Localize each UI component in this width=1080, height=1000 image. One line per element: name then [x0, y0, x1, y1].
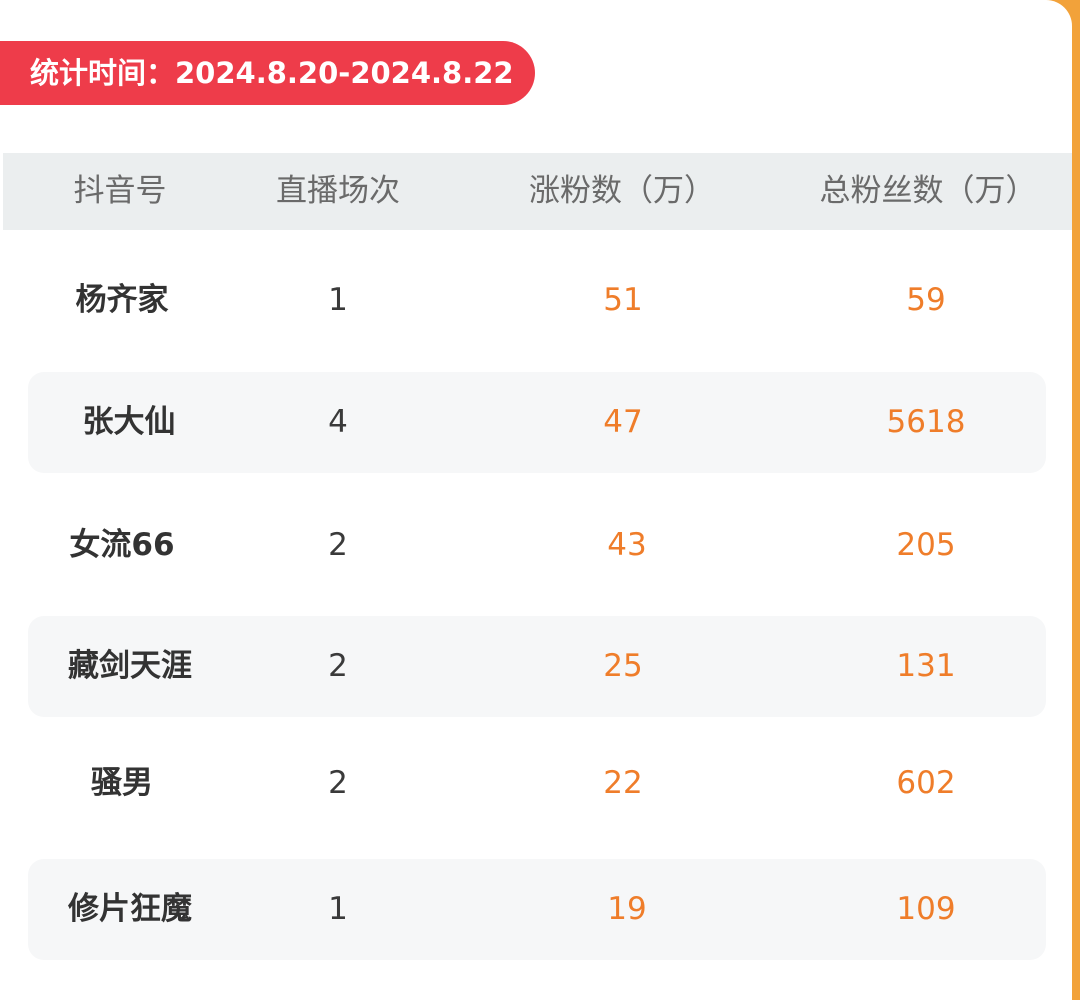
- table-row: 修片狂魔 1 19 109: [28, 859, 1046, 960]
- total-fans-value: 109: [896, 891, 956, 927]
- live-sessions-value: 1: [328, 282, 348, 318]
- table-row: 骚男 2 22 602: [28, 733, 1046, 834]
- live-sessions-value: 1: [328, 891, 348, 927]
- table-row: 女流66 2 43 205: [28, 495, 1046, 596]
- stats-period-badge: 统计时间：2024.8.20-2024.8.22: [0, 41, 535, 105]
- fans-gained-value: 47: [603, 404, 643, 440]
- column-header-live-sessions: 直播场次: [276, 173, 400, 209]
- fans-gained-value: 43: [607, 527, 647, 563]
- live-sessions-value: 2: [328, 648, 348, 684]
- table-row: 杨齐家 1 51 59: [28, 250, 1046, 351]
- fans-gained-value: 51: [603, 282, 643, 318]
- total-fans-value: 602: [896, 765, 956, 801]
- table-row: 张大仙 4 47 5618: [28, 372, 1046, 473]
- live-sessions-value: 2: [328, 765, 348, 801]
- total-fans-value: 59: [906, 282, 946, 318]
- fans-gained-value: 25: [603, 648, 643, 684]
- total-fans-value: 131: [896, 648, 956, 684]
- fans-gained-value: 19: [607, 891, 647, 927]
- live-sessions-value: 4: [328, 404, 348, 440]
- ranking-card: 统计时间：2024.8.20-2024.8.22 抖音号 直播场次 涨粉数（万）…: [0, 0, 1072, 1000]
- account-name: 骚男: [91, 765, 153, 801]
- fans-gained-value: 22: [603, 765, 643, 801]
- column-header-fans-gained: 涨粉数（万）: [529, 173, 715, 209]
- column-header-total-fans: 总粉丝数（万）: [819, 173, 1037, 209]
- account-name: 修片狂魔: [68, 891, 192, 927]
- total-fans-value: 5618: [886, 404, 966, 440]
- account-name: 张大仙: [82, 404, 176, 440]
- account-name: 杨齐家: [75, 282, 169, 318]
- account-name: 藏剑天涯: [68, 648, 192, 684]
- table-row: 藏剑天涯 2 25 131: [28, 616, 1046, 717]
- total-fans-value: 205: [896, 527, 956, 563]
- account-name: 女流66: [69, 527, 175, 563]
- column-header-account: 抖音号: [73, 173, 167, 209]
- live-sessions-value: 2: [328, 527, 348, 563]
- table-header: 抖音号 直播场次 涨粉数（万） 总粉丝数（万）: [3, 153, 1072, 230]
